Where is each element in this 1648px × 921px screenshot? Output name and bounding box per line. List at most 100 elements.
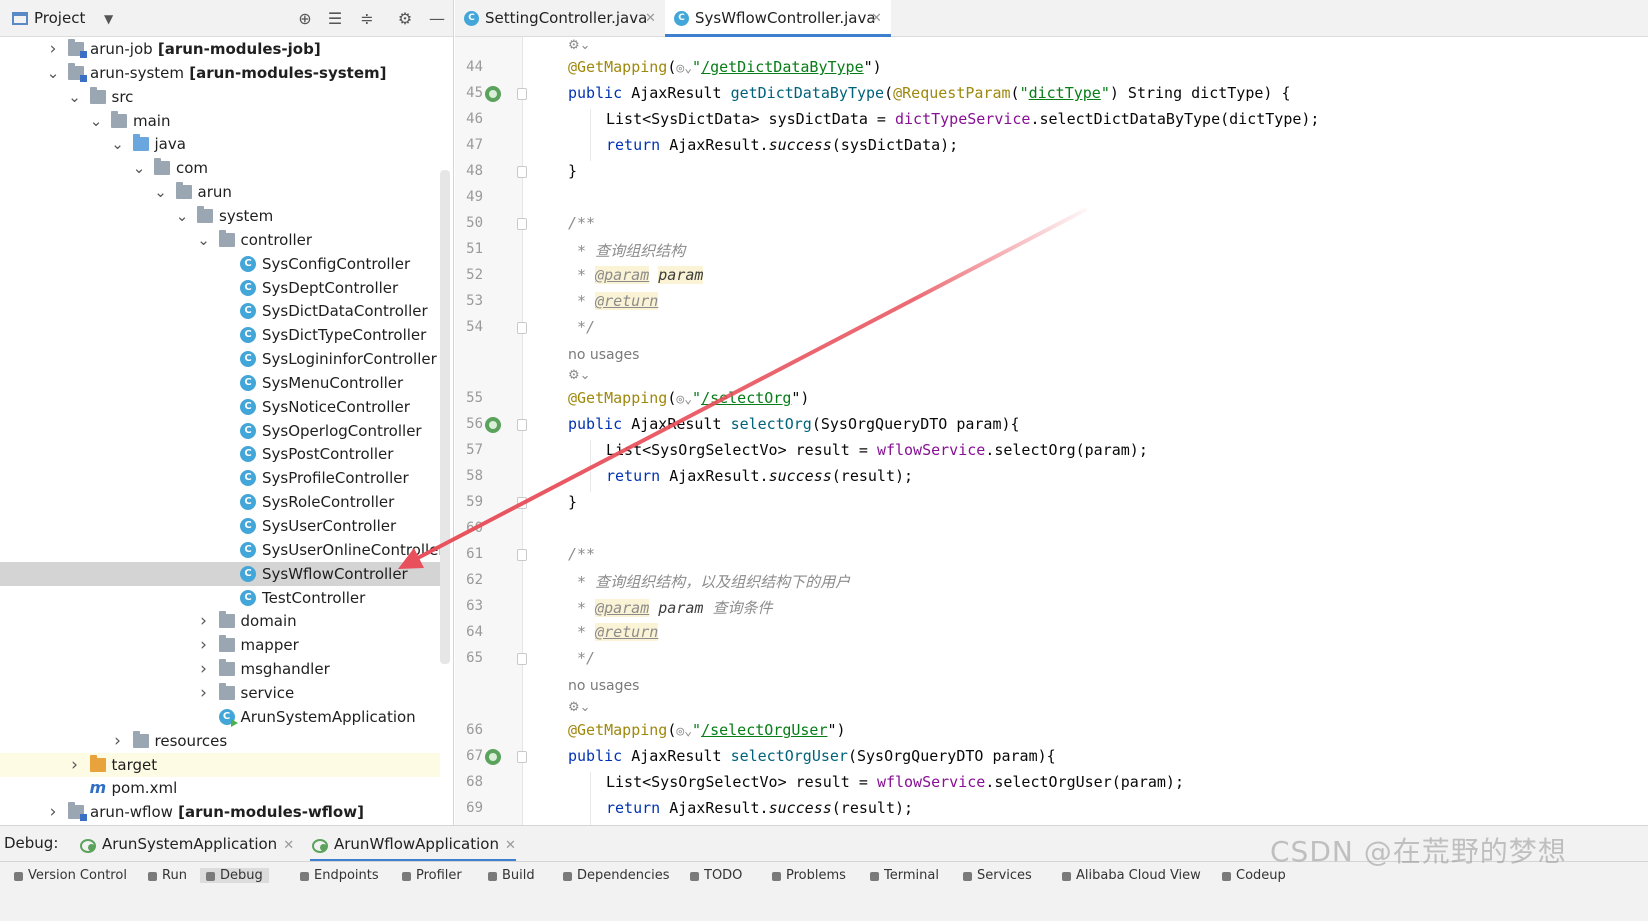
debug-tab-arun-system-application[interactable]: ArunSystemApplication ✕: [78, 826, 294, 862]
tree-item-syslogininforcontroller[interactable]: C SysLogininforController: [0, 347, 440, 371]
tree-item-sysdictdatacontroller[interactable]: C SysDictDataController: [0, 299, 440, 323]
code-line[interactable]: public AjaxResult getDictDataByType(@Req…: [568, 84, 1291, 102]
url-path-link[interactable]: /getDictDataByType: [701, 58, 864, 76]
tool-version-control[interactable]: Version Control: [14, 868, 127, 883]
code-line[interactable]: List<SysDictData> sysDictData = dictType…: [606, 110, 1319, 128]
gear-icon[interactable]: ⚙: [394, 8, 416, 30]
tree-item-domain[interactable]: › domain: [0, 609, 440, 633]
locate-icon[interactable]: ⊕: [294, 8, 316, 30]
tree-item-sysconfigcontroller[interactable]: C SysConfigController: [0, 252, 440, 276]
globe-icon[interactable]: ◎⌄: [676, 724, 692, 739]
chevron-down-icon[interactable]: ⌄: [154, 180, 168, 204]
tree-item-sysdeptcontroller[interactable]: C SysDeptController: [0, 276, 440, 300]
code-line[interactable]: * @return: [577, 292, 659, 310]
tree-item-arun-system[interactable]: ⌄ arun-system [arun-modules-system]: [0, 61, 440, 85]
tool-profiler[interactable]: Profiler: [402, 868, 462, 883]
debug-tab-arun-wflow-application[interactable]: ArunWflowApplication ✕: [310, 826, 516, 862]
code-line[interactable]: List<SysOrgSelectVo> result = wflowServi…: [606, 773, 1184, 791]
minimize-icon[interactable]: —: [426, 8, 448, 30]
code-line[interactable]: * 查询组织结构，以及组织结构下的用户: [577, 571, 850, 592]
code-line[interactable]: }: [568, 493, 577, 511]
chevron-right-icon[interactable]: ›: [46, 37, 60, 61]
project-tree[interactable]: › arun-job [arun-modules-job] ⌄ arun-system…: [0, 37, 453, 868]
tool-services[interactable]: Services: [963, 868, 1032, 883]
code-editor[interactable]: ⚙⌄ ⚙⌄ ⚙⌄ 44 45 46 47 48 49 50 51 52 53 5…: [455, 37, 1648, 825]
tool-endpoints[interactable]: Endpoints: [300, 868, 379, 883]
code-line[interactable]: * 查询组织结构: [577, 240, 685, 261]
tree-item-mapper[interactable]: › mapper: [0, 633, 440, 657]
tree-item-pom-xml[interactable]: m pom.xml: [0, 776, 440, 800]
code-line[interactable]: */: [577, 649, 595, 667]
code-line[interactable]: return AjaxResult.success(result);: [606, 467, 913, 485]
tab-setting-controller[interactable]: C SettingController.java ✕: [455, 0, 663, 37]
usages-hint[interactable]: no usages: [568, 347, 639, 363]
endpoint-gear-icon[interactable]: ⚙⌄: [568, 700, 591, 715]
code-line[interactable]: }: [568, 162, 577, 180]
code-line[interactable]: /**: [568, 214, 595, 232]
close-icon[interactable]: ✕: [499, 838, 516, 853]
tree-item-msghandler[interactable]: › msghandler: [0, 657, 440, 681]
code-line[interactable]: @GetMapping(◎⌄"/getDictDataByType"): [568, 58, 882, 76]
tree-item-controller[interactable]: ⌄ controller: [0, 228, 440, 252]
tree-item-src[interactable]: ⌄ src: [0, 85, 440, 109]
expand-all-icon[interactable]: ☰: [324, 8, 346, 30]
fold-marker[interactable]: [517, 751, 527, 763]
code-line[interactable]: * @return: [577, 623, 659, 641]
tree-item-syswflowcontroller[interactable]: C SysWflowController: [0, 561, 440, 586]
chevron-down-icon[interactable]: ⌄: [132, 156, 146, 180]
globe-icon[interactable]: ◎⌄: [676, 392, 692, 407]
tree-item-arunsystemapplication[interactable]: C ArunSystemApplication: [0, 705, 440, 729]
tool-codeup[interactable]: Codeup: [1222, 868, 1286, 883]
tool-debug[interactable]: Debug: [200, 868, 269, 883]
tree-item-arun-wflow[interactable]: › arun-wflow [arun-modules-wflow]: [0, 800, 440, 824]
globe-icon[interactable]: ◎⌄: [676, 61, 692, 76]
tree-scrollbar[interactable]: [440, 170, 450, 664]
fold-marker[interactable]: [517, 88, 527, 100]
code-line[interactable]: @GetMapping(◎⌄"/selectOrgUser"): [568, 721, 846, 739]
code-line[interactable]: /**: [568, 545, 595, 563]
endpoint-gear-icon[interactable]: ⚙⌄: [568, 368, 591, 383]
endpoint-gear-icon[interactable]: ⚙⌄: [568, 38, 591, 53]
chevron-right-icon[interactable]: ›: [111, 729, 125, 753]
chevron-right-icon[interactable]: ›: [197, 657, 211, 681]
code-line[interactable]: * @param param: [577, 266, 704, 284]
chevron-down-icon[interactable]: ⌄: [111, 132, 125, 156]
tool-problems[interactable]: Problems: [772, 868, 846, 883]
fold-marker[interactable]: [517, 322, 527, 334]
chevron-down-icon[interactable]: ⌄: [89, 109, 103, 133]
code-line[interactable]: */: [577, 318, 595, 336]
chevron-right-icon[interactable]: ›: [46, 800, 60, 824]
tree-item-sysusercontroller[interactable]: C SysUserController: [0, 514, 440, 538]
tree-item-com[interactable]: ⌄ com: [0, 156, 440, 180]
close-icon[interactable]: ✕: [871, 0, 882, 37]
code-line[interactable]: public AjaxResult selectOrgUser(SysOrgQu…: [568, 747, 1056, 765]
tree-item-sysuseronlinecontroller[interactable]: C SysUserOnlineController: [0, 538, 445, 562]
tree-item-sysnoticecontroller[interactable]: C SysNoticeController: [0, 395, 440, 419]
tree-item-testcontroller[interactable]: C TestController: [0, 586, 440, 610]
tree-item-target[interactable]: › target: [0, 752, 440, 777]
tool-dependencies[interactable]: Dependencies: [563, 868, 670, 883]
chevron-right-icon[interactable]: ›: [197, 633, 211, 657]
chevron-down-icon[interactable]: ⌄: [175, 204, 189, 228]
tree-item-main[interactable]: ⌄ main: [0, 109, 440, 133]
fold-marker[interactable]: [517, 549, 527, 561]
tree-item-java[interactable]: ⌄ java: [0, 132, 440, 156]
code-line[interactable]: List<SysOrgSelectVo> result = wflowServi…: [606, 441, 1148, 459]
project-panel-title[interactable]: Project: [34, 9, 85, 27]
chevron-right-icon[interactable]: ›: [197, 609, 211, 633]
fold-marker[interactable]: [517, 419, 527, 431]
close-icon[interactable]: ✕: [277, 838, 294, 853]
code-line[interactable]: * @param param 查询条件: [577, 597, 772, 618]
chevron-right-icon[interactable]: ›: [68, 753, 82, 777]
tree-item-sysoperlogcontroller[interactable]: C SysOperlogController: [0, 419, 440, 443]
url-path-link[interactable]: /selectOrgUser: [701, 721, 827, 739]
fold-marker[interactable]: [517, 166, 527, 178]
tree-item-sysmenucontroller[interactable]: C SysMenuController: [0, 371, 440, 395]
tool-terminal[interactable]: Terminal: [870, 868, 939, 883]
code-line[interactable]: return AjaxResult.success(result);: [606, 799, 913, 817]
chevron-down-icon[interactable]: ▼: [104, 12, 113, 26]
tree-item-arun-job[interactable]: › arun-job [arun-modules-job]: [0, 37, 440, 61]
tree-item-sysprofilecontroller[interactable]: C SysProfileController: [0, 466, 440, 490]
tool-todo[interactable]: TODO: [690, 868, 742, 883]
fold-marker[interactable]: [517, 653, 527, 665]
